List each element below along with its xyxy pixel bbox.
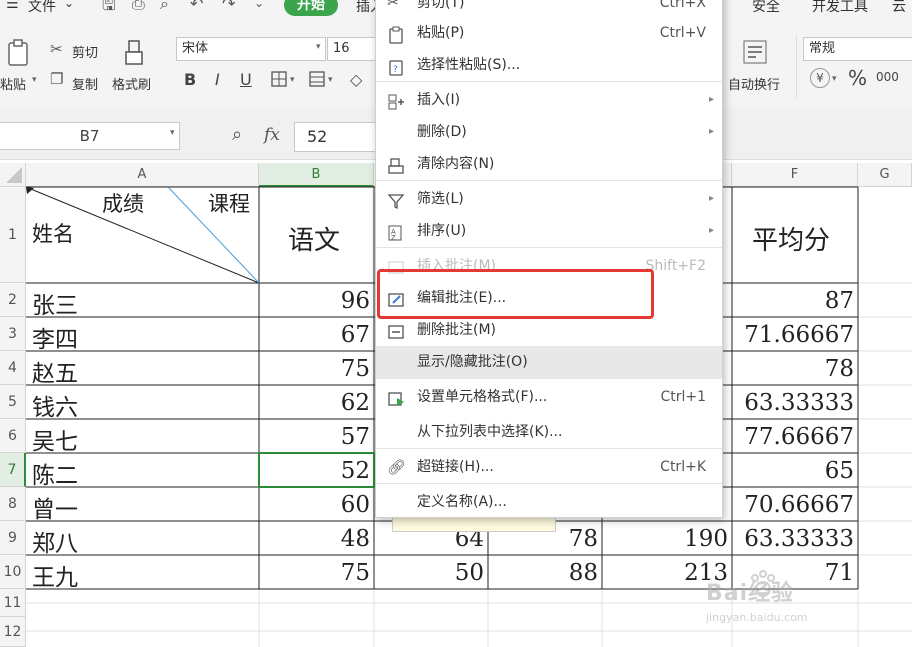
menu-item-clear[interactable]: 清除内容(N) [376, 148, 722, 180]
scissors-icon: ✂ [387, 0, 399, 11]
cell-a8[interactable]: 曾一 [28, 490, 78, 524]
menu-separator [376, 483, 722, 484]
link-icon: 🔗︎ [387, 458, 407, 476]
paste-special-icon: ? [387, 56, 405, 76]
cell-a5[interactable]: 钱六 [28, 388, 78, 422]
insert-cells-icon [387, 91, 405, 110]
cell-a10[interactable]: 王九 [28, 558, 78, 592]
cell-f3[interactable]: 71.66667 [732, 322, 858, 348]
context-menu: ✂ 剪切(T) Ctrl+X 粘贴(P) Ctrl+V ? 选择性粘贴(S)..… [375, 0, 723, 518]
sort-icon: AZ [387, 222, 405, 242]
cell-f2[interactable]: 87 [732, 288, 858, 314]
menu-item-format-cells[interactable]: 设置单元格格式(F)... Ctrl+1 [376, 381, 722, 413]
menu-item-toggle-comment[interactable]: 显示/隐藏批注(O) [376, 346, 722, 378]
menu-item-hyperlink[interactable]: 🔗︎ 超链接(H)... Ctrl+K [376, 451, 722, 483]
menu-item-define-name[interactable]: 定义名称(A)... [376, 486, 722, 518]
format-cells-icon [387, 388, 405, 406]
watermark-brand: Bai经验 [706, 581, 795, 606]
header-average[interactable]: 平均分 [752, 220, 830, 257]
cell-b5[interactable]: 62 [259, 390, 374, 416]
cell-f6[interactable]: 77.66667 [732, 424, 858, 450]
cell-a2[interactable]: 张三 [28, 286, 78, 320]
menu-item-sort[interactable]: AZ 排序(U) ▸ [376, 215, 722, 247]
submenu-arrow-icon: ▸ [708, 225, 714, 236]
cell-b4[interactable]: 75 [259, 356, 374, 382]
cell-a3[interactable]: 李四 [28, 320, 78, 354]
header-label-course: 课程 [208, 192, 250, 216]
header-chinese[interactable]: 语文 [288, 220, 340, 257]
menu-item-paste-special[interactable]: ? 选择性粘贴(S)... [376, 49, 722, 81]
menu-item-filter[interactable]: 筛选(L) ▸ [376, 183, 722, 215]
cell-b2[interactable]: 96 [259, 288, 374, 314]
cell-b8[interactable]: 60 [259, 492, 374, 518]
cell-f5[interactable]: 63.33333 [732, 390, 858, 416]
cell-a4[interactable]: 赵五 [28, 354, 78, 388]
svg-text:?: ? [393, 65, 398, 75]
cell-f8[interactable]: 70.66667 [732, 492, 858, 518]
cell-b7[interactable]: 52 [259, 458, 374, 484]
header-label-name: 姓名 [32, 222, 74, 246]
submenu-arrow-icon: ▸ [708, 94, 714, 105]
menu-separator [376, 448, 722, 449]
svg-text:Z: Z [391, 234, 396, 242]
menu-separator [376, 180, 722, 181]
menu-separator [376, 378, 722, 379]
highlight-annotation [377, 269, 654, 319]
cell-a7[interactable]: 陈二 [28, 456, 78, 490]
menu-item-paste[interactable]: 粘贴(P) Ctrl+V [376, 17, 722, 49]
cell-b6[interactable]: 57 [259, 424, 374, 450]
cell-e9[interactable]: 190 [602, 526, 732, 552]
cell-f7[interactable]: 65 [732, 458, 858, 484]
cell-b9[interactable]: 48 [259, 526, 374, 552]
menu-separator [376, 247, 722, 248]
cell-a6[interactable]: 吴七 [28, 422, 78, 456]
clipboard-icon [387, 24, 405, 44]
cell-f4[interactable]: 78 [732, 356, 858, 382]
menu-item-pick-from-list[interactable]: 从下拉列表中选择(K)... [376, 416, 722, 448]
menu-separator [376, 81, 722, 82]
cell-b3[interactable]: 67 [259, 322, 374, 348]
menu-item-delete[interactable]: 删除(D) ▸ [376, 116, 722, 148]
watermark: Bai经验 jingyan.baidu.com [700, 565, 870, 645]
cell-d10[interactable]: 88 [488, 560, 602, 586]
filter-icon [387, 190, 405, 210]
cell-f9[interactable]: 63.33333 [732, 526, 858, 552]
cell-b10[interactable]: 75 [259, 560, 374, 586]
menu-item-insert[interactable]: 插入(I) ▸ [376, 84, 722, 116]
submenu-arrow-icon: ▸ [708, 193, 714, 204]
eraser-icon [387, 155, 405, 174]
cell-a9[interactable]: 郑八 [28, 524, 78, 558]
cell-c10[interactable]: 50 [374, 560, 488, 586]
watermark-url: jingyan.baidu.com [706, 611, 808, 624]
submenu-arrow-icon: ▸ [708, 126, 714, 137]
header-label-score: 成绩 [102, 192, 144, 216]
delete-comment-icon [387, 321, 405, 339]
